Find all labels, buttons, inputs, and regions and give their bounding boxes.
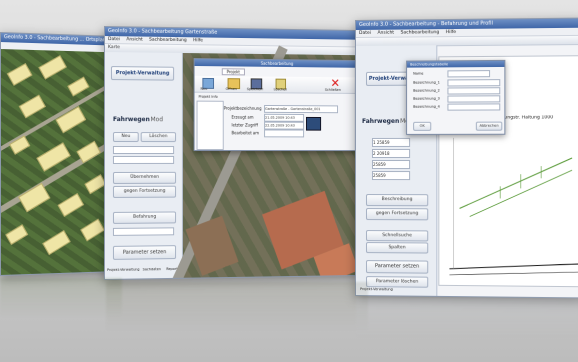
status-tab-projekt[interactable]: Projekt-Verwaltung: [107, 267, 140, 271]
right-app-window: GeoInfo 3.0 - Sachbearbeitung - Befahrun…: [355, 17, 578, 299]
panel-field-1[interactable]: [112, 146, 175, 154]
description-dialog: Beschreibungstabelle Name Bezeichnung_1 …: [406, 59, 506, 135]
project-list-header: Projekt Info: [198, 94, 218, 99]
r-panel-schnellsuche-label: Schnellsuche: [382, 233, 412, 239]
tool-oeffnen[interactable]: Öffnen: [226, 87, 237, 91]
r-parameter-loeschen-button[interactable]: Parameter löschen: [365, 276, 429, 288]
tab-fahrwegen[interactable]: Fahrwegen: [113, 116, 150, 123]
project-dialog-toolbar: Neu Öffnen Speichern Löschen ✕ Schließen: [194, 75, 355, 94]
tool-loeschen[interactable]: Löschen: [274, 87, 288, 91]
desktop-composite: GeoInfo 3.0 - Sachbearbeitung ... Ortspl…: [0, 0, 578, 362]
panel-item-fortsetzung[interactable]: gegen Fortsetzung: [112, 185, 177, 198]
tool-schliessen[interactable]: Schließen: [325, 88, 341, 92]
left-window-reflection: [0, 278, 122, 318]
project-dialog: Sachbearbeitung Projekt Neu Öffnen Speic…: [193, 58, 356, 152]
desc-value-3[interactable]: [447, 95, 501, 103]
tool-speichern[interactable]: Speichern: [247, 87, 264, 91]
parameter-setzen-button[interactable]: Parameter setzen: [112, 245, 177, 260]
panel-item-loeschen[interactable]: Löschen: [140, 132, 177, 143]
panel-item-neu-label: Neu: [121, 134, 131, 140]
desc-value-2[interactable]: [447, 87, 501, 95]
r-menu-ansicht[interactable]: Ansicht: [377, 31, 394, 36]
panel-item-uebernehmen[interactable]: Übernehmen: [112, 171, 177, 184]
status-tab-sachdaten[interactable]: Sachdaten: [143, 267, 161, 271]
tab-mod[interactable]: Mod: [151, 116, 163, 123]
project-dialog-tab[interactable]: Projekt: [221, 68, 245, 76]
desc-row-3: Bezeichnung_3: [413, 96, 440, 101]
r-menu-datei[interactable]: Datei: [359, 31, 371, 36]
project-dialog-title: Sachbearbeitung: [194, 59, 355, 68]
panel-item-fortsetzung-label: gegen Fortsetzung: [123, 188, 166, 194]
r-field-1[interactable]: 1 25859: [371, 137, 411, 147]
r-panel-beschreibung-label: Beschreibung: [381, 197, 413, 203]
r-field-4[interactable]: 25859: [371, 171, 411, 181]
left-app-window: GeoInfo 3.0 - Sachbearbeitung ... Ortspl…: [0, 32, 119, 276]
r-parameter-loeschen-label: Parameter löschen: [375, 279, 419, 285]
r-panel-beschreibung[interactable]: Beschreibung: [365, 194, 429, 207]
middle-app-window: GeoInfo 3.0 - Sachbearbeitung Gartenstra…: [104, 26, 359, 280]
menu-datei[interactable]: Datei: [108, 37, 120, 42]
field-label-erzeugt: Erzeugt am: [231, 114, 254, 120]
project-thumbnail-icon: [305, 116, 322, 131]
field-label-bearbeitet: Bearbeitet am: [231, 130, 259, 136]
r-panel-spalten-label: Spalten: [388, 245, 406, 251]
desc-ok-label: OK: [419, 123, 425, 128]
project-management-button[interactable]: Projekt-Verwaltung: [110, 66, 175, 81]
right-window-reflection: [356, 298, 578, 338]
project-management-label: Projekt-Verwaltung: [115, 70, 170, 77]
field-value-bezeichnung[interactable]: Gartenstraße - Gartenstraße_001: [264, 104, 339, 114]
field-label-bezeichnung: Projektbezeichnung: [223, 105, 262, 111]
desc-ok-button[interactable]: OK: [413, 121, 432, 131]
r-field-3[interactable]: 25859: [371, 160, 411, 170]
toolbar-map-label[interactable]: Karte: [108, 45, 120, 50]
r-panel-spalten[interactable]: Spalten: [365, 242, 429, 254]
desc-row-1: Bezeichnung_1: [413, 80, 440, 85]
tool-neu[interactable]: Neu: [200, 87, 207, 91]
desc-row-name: Name: [413, 71, 424, 76]
r-tab-fahrwegen[interactable]: Fahrwegen: [362, 118, 399, 125]
panel-field-2[interactable]: [112, 155, 175, 164]
panel-item-befahrung[interactable]: Befahrung: [112, 211, 177, 224]
panel-item-uebernehmen-label: Übernehmen: [130, 174, 159, 180]
field-value-bearbeitet[interactable]: [264, 129, 305, 138]
desc-value-1[interactable]: [447, 79, 501, 87]
middle-side-panel: Projekt-Verwaltung Fahrwegen Mod Neu Lös…: [104, 52, 183, 279]
left-aerial-map[interactable]: [0, 49, 119, 275]
panel-item-neu[interactable]: Neu: [112, 132, 139, 143]
project-list[interactable]: [196, 100, 224, 151]
menu-ansicht[interactable]: Ansicht: [126, 37, 142, 42]
field-label-zugriff: letzter Zugriff: [231, 122, 258, 128]
desc-value-name[interactable]: [447, 70, 491, 78]
r-menu-sachbearbeitung[interactable]: Sachbearbeitung: [401, 30, 440, 35]
r-field-2[interactable]: 2 20918: [371, 148, 411, 158]
panel-item-befahrung-label: Befahrung: [133, 214, 157, 220]
field-value-zugriff[interactable]: 22.05.2009 10:43: [264, 121, 305, 130]
menu-sachbearbeitung[interactable]: Sachbearbeitung: [149, 38, 187, 43]
r-menu-hilfe[interactable]: Hilfe: [446, 30, 456, 35]
desc-value-4[interactable]: [447, 103, 501, 111]
desc-row-4: Bezeichnung_4: [413, 104, 440, 109]
r-panel-fortsetzung[interactable]: gegen Fortsetzung: [365, 208, 429, 221]
desc-row-2: Bezeichnung_2: [413, 88, 440, 93]
field-value-erzeugt[interactable]: 21.05.2009 10:43: [264, 113, 305, 122]
desc-cancel-button[interactable]: Abbrechen: [475, 121, 503, 131]
r-parameter-setzen-button[interactable]: Parameter setzen: [365, 260, 429, 274]
parameter-setzen-label: Parameter setzen: [122, 249, 167, 256]
desc-cancel-label: Abbrechen: [479, 123, 499, 128]
middle-window-reflection: [106, 282, 368, 332]
panel-field-3[interactable]: [112, 227, 175, 236]
description-dialog-title: Beschreibungstabelle: [407, 60, 505, 68]
r-parameter-setzen-label: Parameter setzen: [374, 263, 420, 270]
r-panel-schnellsuche[interactable]: Schnellsuche: [365, 230, 429, 242]
panel-item-loeschen-label: Löschen: [149, 134, 168, 140]
r-panel-fortsetzung-label: gegen Fortsetzung: [375, 211, 419, 217]
menu-hilfe[interactable]: Hilfe: [193, 38, 203, 43]
